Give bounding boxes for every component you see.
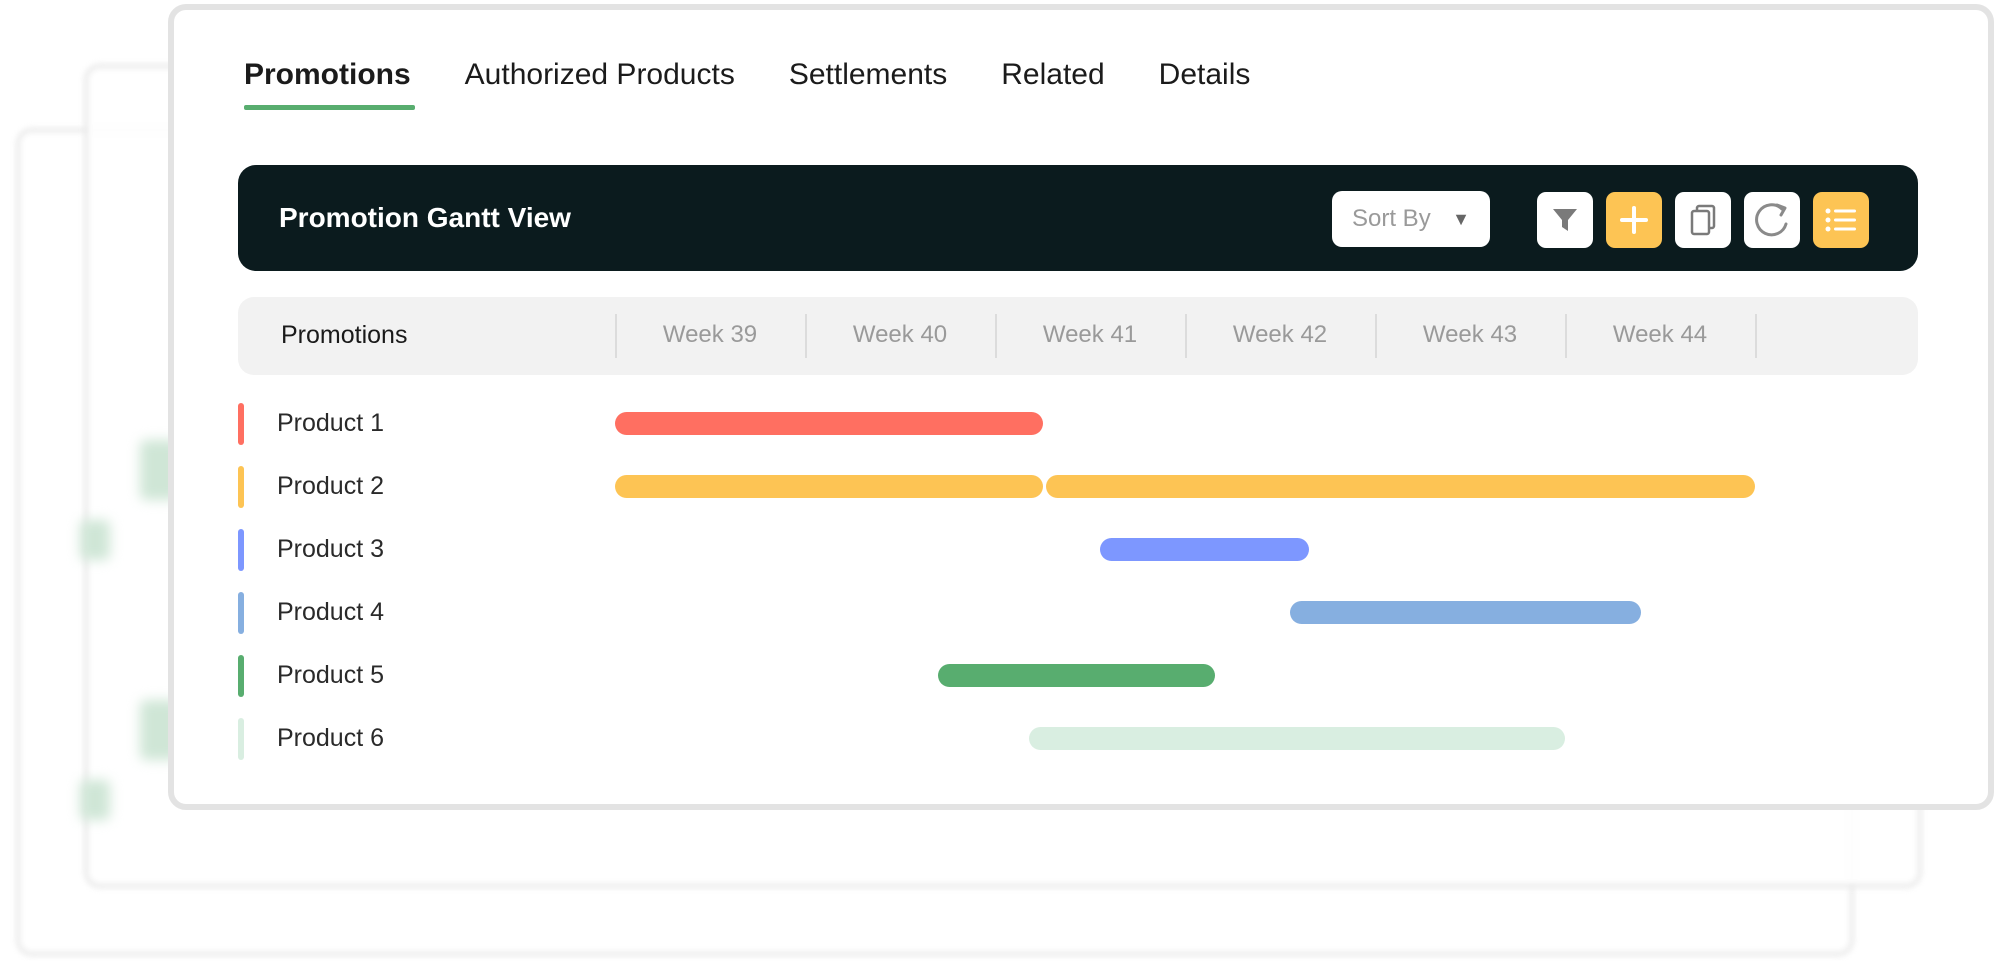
promotion-card: Promotions Authorized Products Settlemen… <box>168 4 1994 810</box>
row-color-marker <box>238 655 244 697</box>
copy-button[interactable] <box>1675 192 1731 248</box>
week-header-4: Week 42 <box>1232 321 1328 348</box>
sort-by-label: Sort By <box>1352 205 1431 232</box>
list-icon <box>1825 208 1856 232</box>
week-header-2: Week 40 <box>852 321 948 348</box>
copy-icon <box>1690 204 1716 236</box>
week-separator <box>1755 314 1757 358</box>
tab-promotions[interactable]: Promotions <box>244 58 415 110</box>
week-header-1: Week 39 <box>662 321 758 348</box>
gantt-bar[interactable] <box>1099 538 1309 561</box>
list-view-button[interactable] <box>1813 192 1869 248</box>
gantt-bar[interactable] <box>1289 601 1641 624</box>
product-row-label: Product 3 <box>277 535 385 563</box>
filter-button[interactable] <box>1537 192 1593 248</box>
chevron-down-icon: ▼ <box>1452 209 1470 229</box>
product-row-label: Product 5 <box>277 661 385 689</box>
gantt-bar[interactable] <box>1029 727 1565 750</box>
gantt-toolbar: Promotion Gantt View Sort By ▼ <box>238 165 1918 271</box>
sort-by-dropdown[interactable]: Sort By ▼ <box>1332 191 1490 247</box>
gantt-bar[interactable] <box>1046 475 1755 498</box>
tab-details[interactable]: Details <box>1159 58 1251 106</box>
row-color-marker <box>238 718 244 760</box>
week-header-6: Week 44 <box>1612 321 1708 348</box>
toolbar-title: Promotion Gantt View <box>279 202 571 233</box>
week-header-3: Week 41 <box>1042 321 1138 348</box>
refresh-icon <box>1755 203 1788 237</box>
gantt-bar[interactable] <box>938 664 1216 687</box>
gantt-bar[interactable] <box>615 412 1043 435</box>
product-row-label: Product 4 <box>277 598 385 626</box>
background-blur-accent <box>80 780 110 820</box>
tab-settlements[interactable]: Settlements <box>789 58 947 106</box>
tab-related[interactable]: Related <box>1001 58 1104 106</box>
product-row-label: Product 2 <box>277 472 385 500</box>
tab-authorized-products[interactable]: Authorized Products <box>465 58 735 106</box>
gantt-bar[interactable] <box>615 475 1043 498</box>
filter-icon <box>1553 209 1577 231</box>
plus-icon <box>1620 206 1648 234</box>
product-row-label: Product 1 <box>277 409 385 437</box>
add-button[interactable] <box>1606 192 1662 248</box>
row-color-marker <box>238 403 244 445</box>
product-row-label: Product 6 <box>277 724 385 752</box>
week-header-5: Week 43 <box>1422 321 1518 348</box>
promotions-column-header: Promotions <box>281 321 408 349</box>
refresh-button[interactable] <box>1744 192 1800 248</box>
row-color-marker <box>238 592 244 634</box>
row-color-marker <box>238 529 244 571</box>
row-color-marker <box>238 466 244 508</box>
background-blur-accent <box>80 520 110 560</box>
gantt-header-row: Promotions Week 39 Week 40 Week 41 Week 42 W… <box>238 297 1918 375</box>
tab-bar: Promotions Authorized Products Settlemen… <box>244 58 1304 110</box>
